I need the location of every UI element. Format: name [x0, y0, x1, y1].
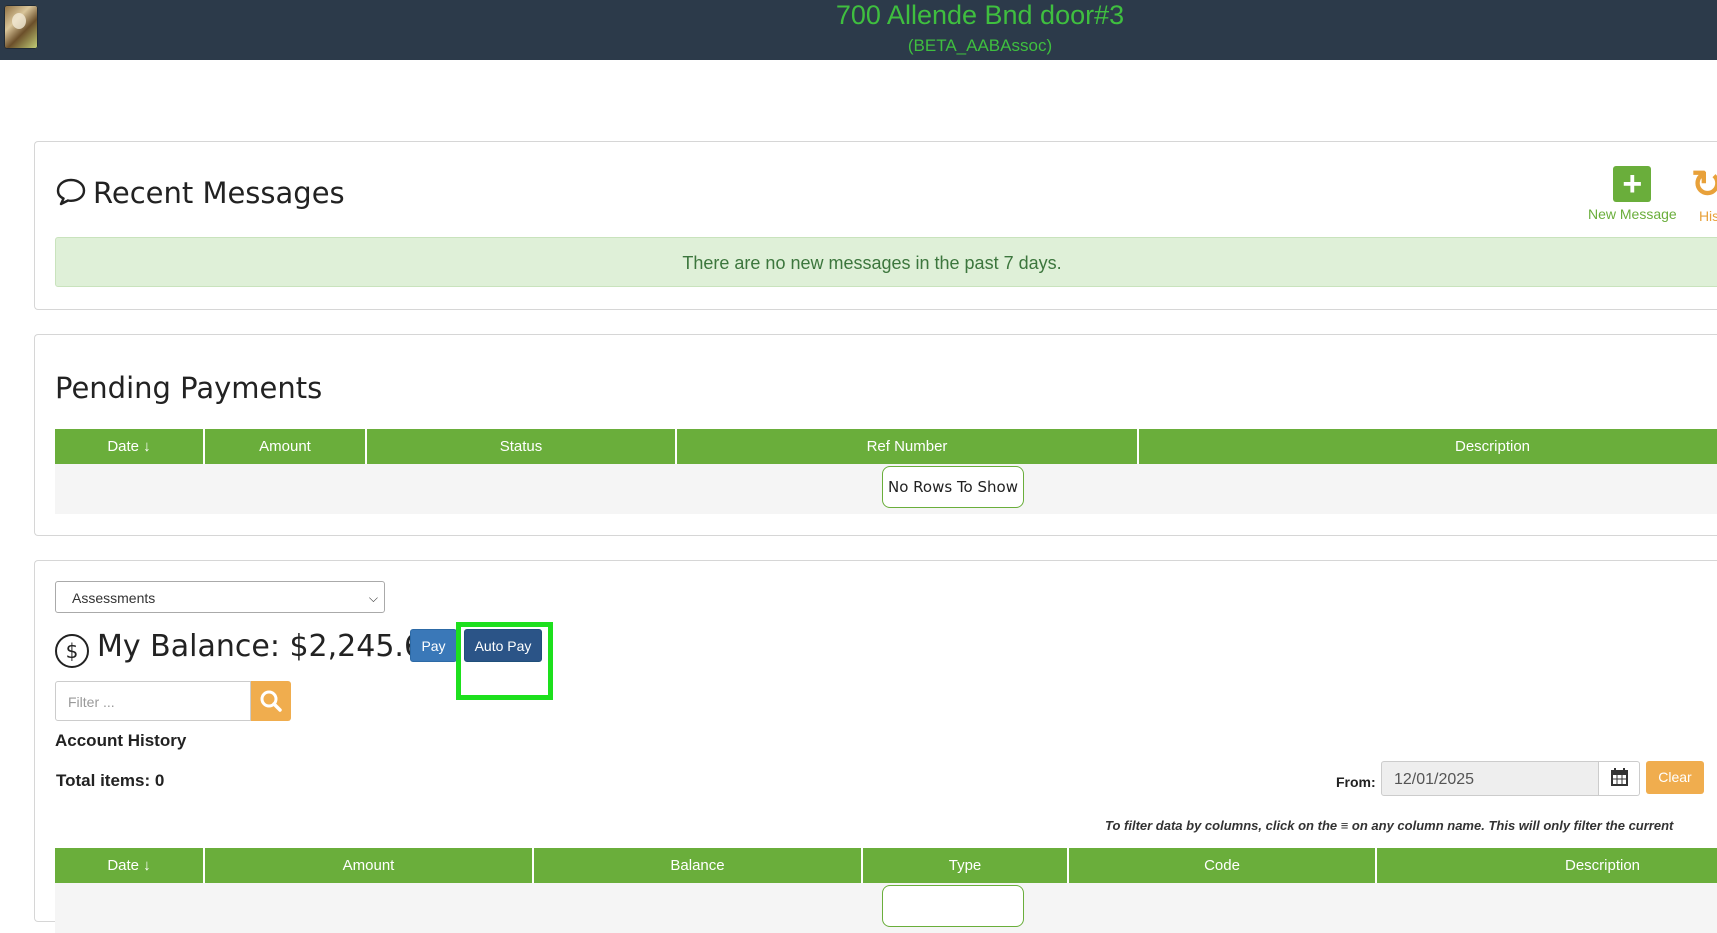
no-messages-alert: There are no new messages in the past 7 … — [55, 237, 1717, 287]
no-rows-overlay — [882, 885, 1024, 927]
account-type-value: Assessments — [72, 590, 156, 606]
new-message-label: New Message — [1588, 206, 1677, 222]
column-description[interactable]: Description — [1377, 848, 1717, 883]
filter-search-button[interactable] — [251, 681, 291, 721]
column-code[interactable]: Code — [1069, 848, 1377, 883]
dollar-circle-icon: $ — [55, 634, 89, 668]
filter-hint: To filter data by columns, click on the … — [1105, 818, 1674, 833]
auto-pay-highlight — [456, 622, 553, 700]
pending-grid-body: No Rows To Show — [55, 464, 1717, 514]
page-subtitle: (BETA_AABAssoc) — [907, 36, 1053, 55]
from-label: From: — [1336, 774, 1376, 790]
column-amount[interactable]: Amount — [205, 848, 534, 883]
column-type[interactable]: Type — [863, 848, 1069, 883]
pending-grid-header: Date ↓ Amount Status Ref Number Descript… — [55, 429, 1717, 464]
messages-panel: Recent Messages + New Message ↻ Hist The… — [34, 141, 1717, 310]
clear-button[interactable]: Clear — [1646, 761, 1704, 794]
history-label: Hist — [1698, 208, 1717, 224]
page-title: 700 Allende Bnd door#3 — [835, 0, 1125, 30]
filter-input[interactable]: Filter ... — [55, 681, 251, 721]
sort-down-icon: ↓ — [143, 438, 151, 455]
chevron-down-icon: ⌵ — [368, 591, 378, 605]
top-bar: 700 Allende Bnd door#3 (BETA_AABAssoc) — [0, 0, 1717, 60]
from-date-input[interactable]: 12/01/2025 — [1381, 761, 1599, 796]
pending-payments-panel: Pending Payments Date ↓ Amount Status Re… — [34, 334, 1717, 536]
account-panel: Assessments ⌵ $ My Balance: $2,245.62 Pay… — [34, 560, 1717, 933]
speech-bubble-icon — [56, 178, 86, 206]
column-amount[interactable]: Amount — [205, 429, 367, 464]
account-grid-header: Date ↓ Amount Balance Type Code Descript… — [55, 848, 1717, 883]
column-date[interactable]: Date ↓ — [55, 429, 205, 464]
filter-placeholder: Filter ... — [68, 694, 115, 710]
column-ref-number[interactable]: Ref Number — [677, 429, 1139, 464]
calendar-icon — [1611, 768, 1628, 786]
messages-heading: Recent Messages — [55, 176, 345, 210]
messages-title: Recent Messages — [93, 176, 345, 210]
sort-down-icon: ↓ — [143, 857, 151, 874]
pending-payments-title: Pending Payments — [55, 371, 323, 405]
plus-icon: + — [1613, 166, 1652, 202]
history-icon: ↻ — [1691, 164, 1717, 206]
account-history-title: Account History — [55, 731, 187, 750]
column-description[interactable]: Description — [1139, 429, 1717, 464]
new-message-button[interactable]: + New Message — [1588, 166, 1677, 222]
pay-button[interactable]: Pay — [410, 629, 457, 662]
balance-text: My Balance: $2,245.62 — [97, 629, 443, 664]
account-type-select[interactable]: Assessments ⌵ — [55, 581, 385, 613]
total-items: Total items: 0 — [56, 771, 165, 790]
search-icon — [260, 690, 282, 712]
no-rows-overlay: No Rows To Show — [882, 466, 1024, 508]
history-button[interactable]: ↻ Hist — [1691, 166, 1717, 224]
no-messages-text: There are no new messages in the past 7 … — [682, 253, 1062, 273]
calendar-button[interactable] — [1599, 761, 1640, 796]
column-status[interactable]: Status — [367, 429, 677, 464]
balance-display: $ My Balance: $2,245.62 — [55, 629, 442, 668]
column-date[interactable]: Date ↓ — [55, 848, 205, 883]
column-balance[interactable]: Balance — [534, 848, 863, 883]
